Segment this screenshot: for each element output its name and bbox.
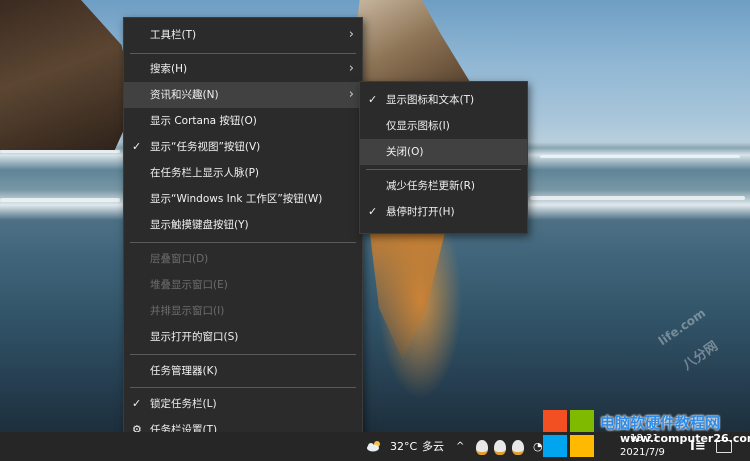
menu-item-side-by-side: 并排显示窗口(I) xyxy=(124,298,362,324)
menu-item-label: 层叠窗口(D) xyxy=(150,253,209,265)
qq-icon[interactable] xyxy=(476,440,488,455)
qq-icon[interactable] xyxy=(512,440,524,455)
menu-item-search[interactable]: 搜索(H) › xyxy=(124,56,362,82)
chevron-right-icon: › xyxy=(348,87,354,102)
submenu-item-reduce-updates[interactable]: 减少任务栏更新(R) xyxy=(360,173,527,199)
chevron-up-icon[interactable]: ^ xyxy=(456,432,464,461)
menu-item-label: 工具栏(T) xyxy=(150,29,197,41)
menu-item-lock-taskbar[interactable]: ✓ 锁定任务栏(L) xyxy=(124,391,362,417)
checkmark-icon: ✓ xyxy=(132,140,142,153)
menu-item-label: 显示“任务视图”按钮(V) xyxy=(150,141,261,153)
menu-item-label: 关闭(O) xyxy=(386,146,424,158)
menu-item-show-desktop[interactable]: 显示打开的窗口(S) xyxy=(124,324,362,350)
menu-item-toolbars[interactable]: 工具栏(T) › xyxy=(124,22,362,48)
menu-separator xyxy=(130,53,356,54)
submenu-item-open-on-hover[interactable]: ✓ 悬停时打开(H) xyxy=(360,199,527,225)
menu-item-label: 堆叠显示窗口(E) xyxy=(150,279,228,291)
qq-icon[interactable] xyxy=(494,440,506,455)
cloud-sun-icon[interactable] xyxy=(366,440,382,452)
submenu-item-show-icon-and-text[interactable]: ✓ 显示图标和文本(T) xyxy=(360,87,527,113)
menu-item-news-and-interests[interactable]: 资讯和兴趣(N) › xyxy=(124,82,362,108)
menu-item-show-people[interactable]: 在任务栏上显示人脉(P) xyxy=(124,160,362,186)
checkmark-icon: ✓ xyxy=(132,397,142,410)
news-and-interests-submenu: ✓ 显示图标和文本(T) 仅显示图标(I) 关闭(O) 减少任务栏更新(R) ✓… xyxy=(359,81,528,234)
menu-item-label: 减少任务栏更新(R) xyxy=(386,180,475,192)
menu-item-task-manager[interactable]: 任务管理器(K) xyxy=(124,358,362,384)
menu-item-label: 资讯和兴趣(N) xyxy=(150,89,219,101)
windows-logo-watermark xyxy=(543,410,594,457)
menu-item-label: 搜索(H) xyxy=(150,63,188,75)
menu-item-label: 悬停时打开(H) xyxy=(386,206,455,218)
menu-item-show-touch-keyboard[interactable]: 显示触摸键盘按钮(Y) xyxy=(124,212,362,238)
menu-item-cascade-windows: 层叠窗口(D) xyxy=(124,246,362,272)
submenu-item-turn-off[interactable]: 关闭(O) xyxy=(360,139,527,165)
wifi-icon[interactable]: ◔ xyxy=(533,432,543,461)
menu-separator xyxy=(130,354,356,355)
menu-item-label: 显示触摸键盘按钮(Y) xyxy=(150,219,249,231)
menu-separator xyxy=(130,387,356,388)
menu-item-show-cortana[interactable]: 显示 Cortana 按钮(O) xyxy=(124,108,362,134)
chevron-right-icon: › xyxy=(348,27,354,42)
checkmark-icon: ✓ xyxy=(368,93,378,106)
watermark-title: 电脑软硬件教程网 xyxy=(600,414,721,432)
taskbar-context-menu: 工具栏(T) › 搜索(H) › 资讯和兴趣(N) › 显示 Cortana 按… xyxy=(123,17,363,451)
menu-item-show-windows-ink[interactable]: 显示“Windows Ink 工作区”按钮(W) xyxy=(124,186,362,212)
menu-item-stack-windows: 堆叠显示窗口(E) xyxy=(124,272,362,298)
menu-item-label: 在任务栏上显示人脉(P) xyxy=(150,167,260,179)
chevron-right-icon: › xyxy=(348,61,354,76)
menu-item-show-task-view[interactable]: ✓ 显示“任务视图”按钮(V) xyxy=(124,134,362,160)
menu-item-label: 显示 Cortana 按钮(O) xyxy=(150,115,257,127)
wallpaper-wave xyxy=(0,150,120,153)
menu-separator xyxy=(130,242,356,243)
wallpaper-wave xyxy=(0,198,120,202)
weather-condition[interactable]: 多云 xyxy=(422,432,444,461)
watermark-url: www.computer26.com xyxy=(620,432,750,445)
clock-date[interactable]: 2021/7/9 xyxy=(620,447,665,458)
wallpaper-wave xyxy=(540,155,740,158)
menu-item-label: 显示“Windows Ink 工作区”按钮(W) xyxy=(150,193,323,205)
submenu-item-show-icon-only[interactable]: 仅显示图标(I) xyxy=(360,113,527,139)
wallpaper-wave xyxy=(530,196,745,200)
menu-item-label: 任务管理器(K) xyxy=(150,365,218,377)
menu-separator xyxy=(366,169,521,170)
menu-item-label: 仅显示图标(I) xyxy=(386,120,450,132)
menu-item-label: 锁定任务栏(L) xyxy=(150,398,217,410)
menu-item-label: 并排显示窗口(I) xyxy=(150,305,225,317)
menu-item-label: 显示图标和文本(T) xyxy=(386,94,475,106)
checkmark-icon: ✓ xyxy=(368,205,378,218)
menu-item-label: 显示打开的窗口(S) xyxy=(150,331,239,343)
weather-temperature[interactable]: 32°C xyxy=(390,432,417,461)
